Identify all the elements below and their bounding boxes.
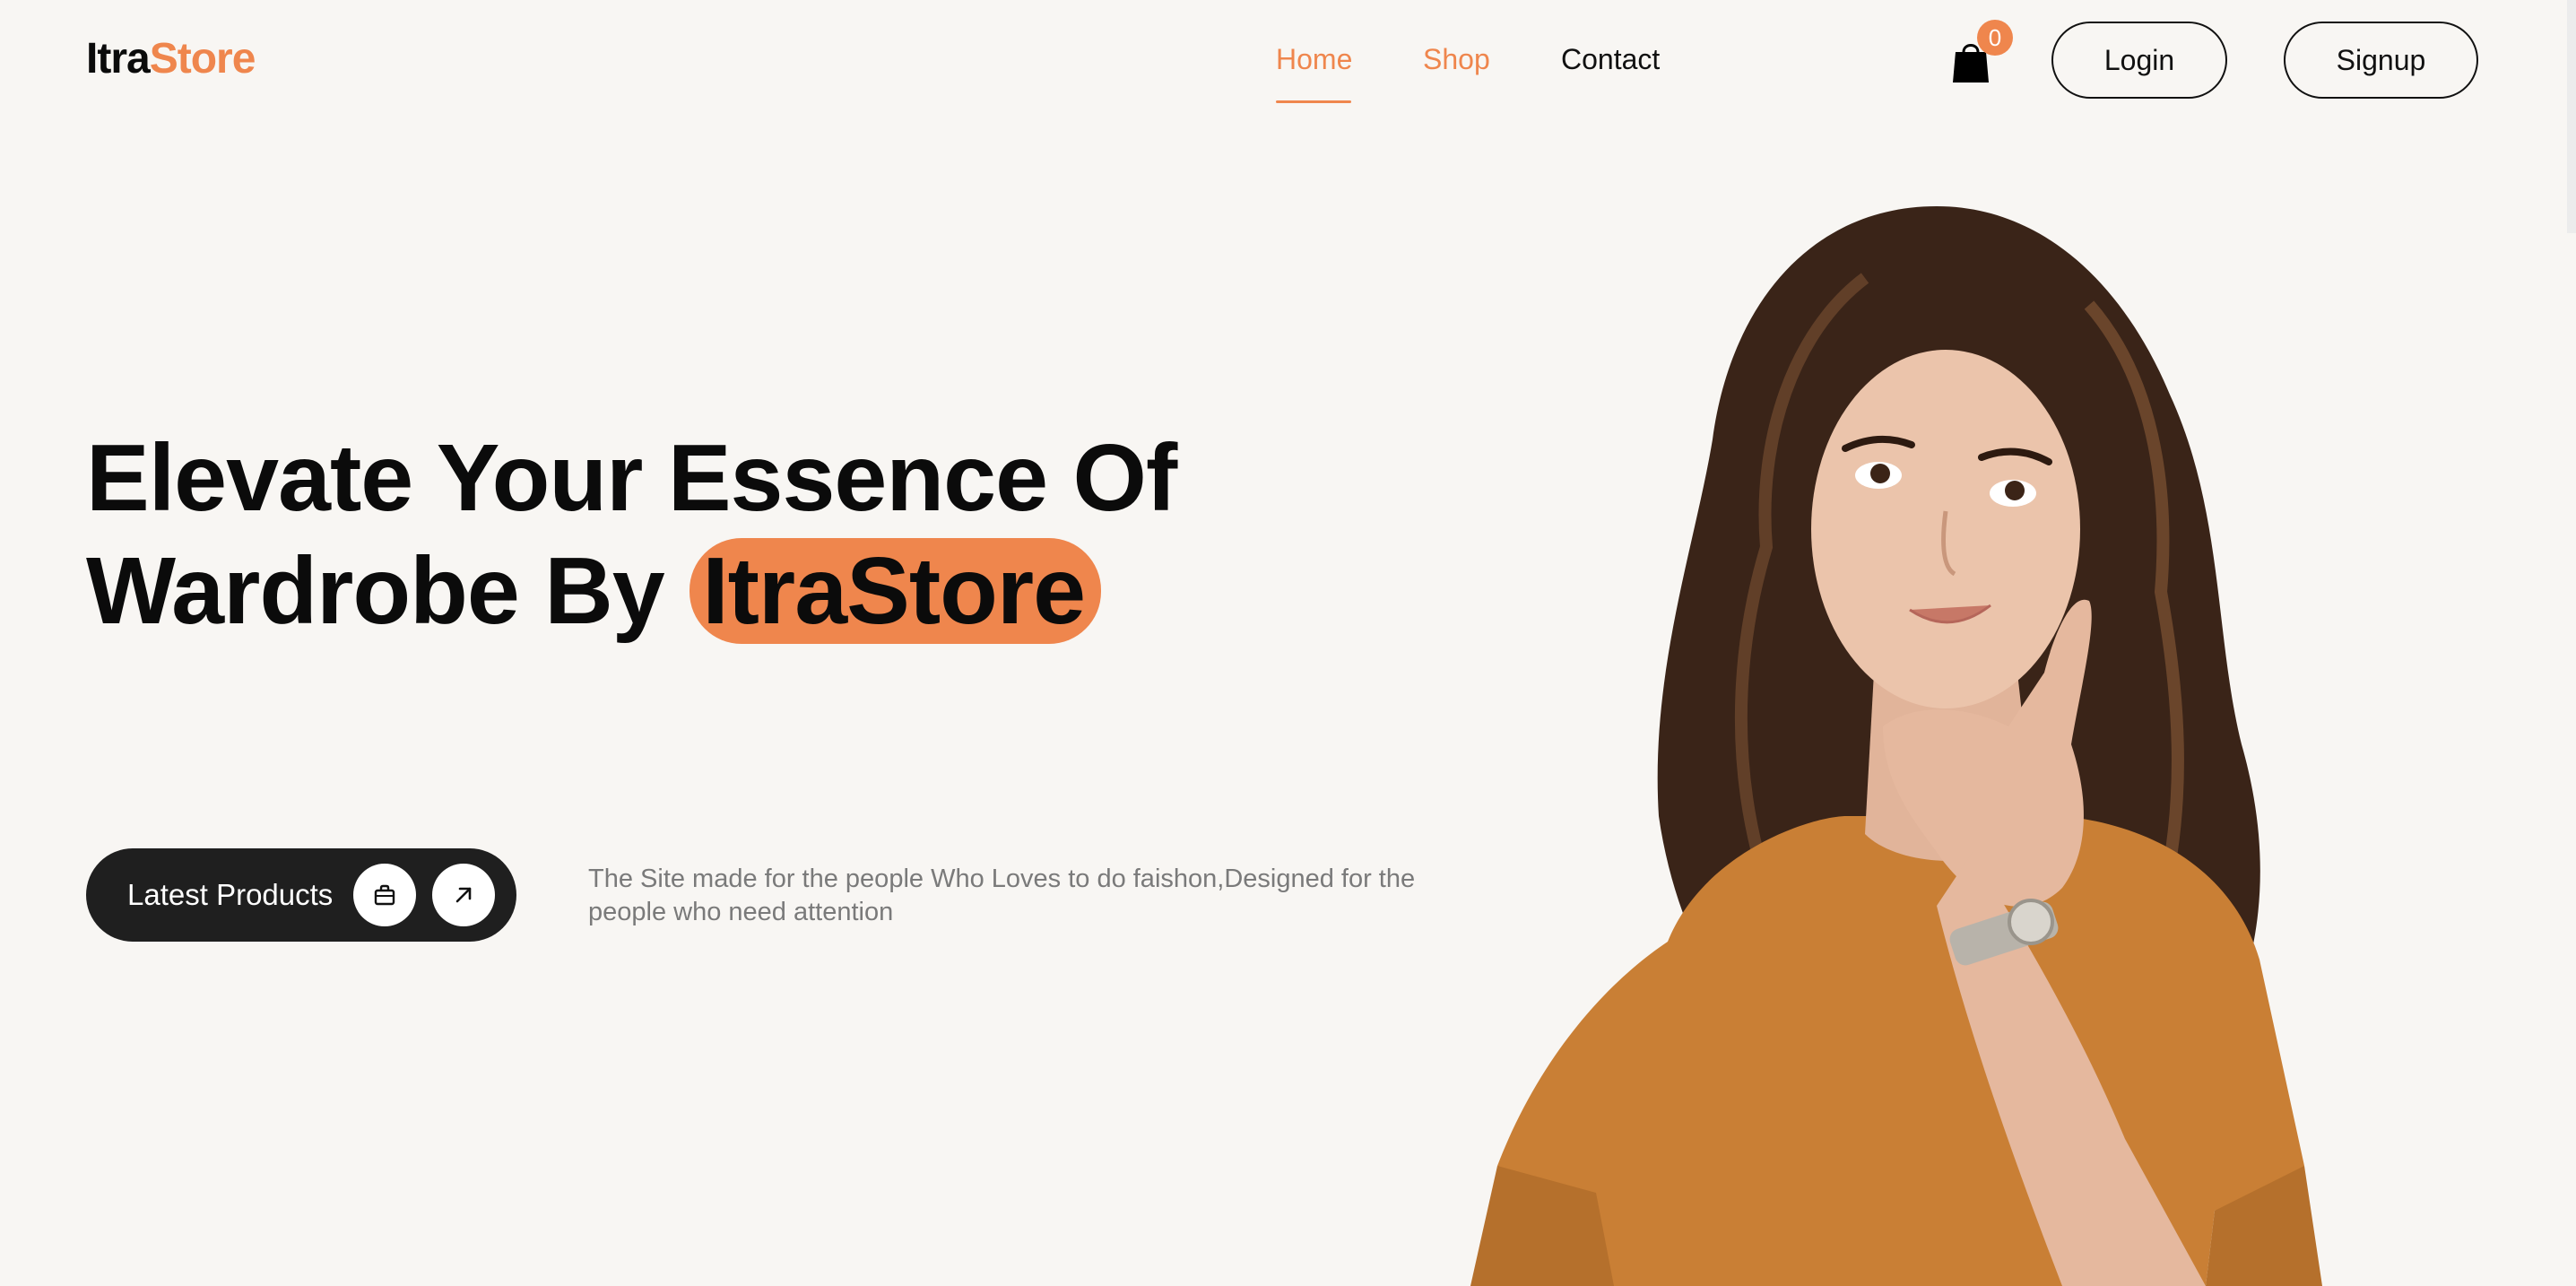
nav-home[interactable]: Home xyxy=(1276,43,1352,76)
scrollbar-track[interactable] xyxy=(2567,0,2576,233)
signup-button[interactable]: Signup xyxy=(2284,22,2478,99)
cart-count-badge: 0 xyxy=(1977,20,2013,56)
hero-title-line1: Elevate Your Essence Of xyxy=(86,425,1177,531)
latest-products-button[interactable]: Latest Products xyxy=(86,848,516,942)
hero-model-image xyxy=(1470,206,2322,1286)
hero-title-highlight: ItraStore xyxy=(690,538,1102,644)
latest-products-label: Latest Products xyxy=(127,878,334,911)
login-button[interactable]: Login xyxy=(2051,22,2227,99)
nav-contact[interactable]: Contact xyxy=(1561,43,1660,76)
nav-shop[interactable]: Shop xyxy=(1423,43,1490,76)
hero-tagline: The Site made for the people Who Loves t… xyxy=(588,865,1416,926)
bag-icon xyxy=(374,884,395,906)
hero-title: Elevate Your Essence Of Wardrobe By Itra… xyxy=(86,421,1177,647)
hero-title-prefix: Wardrobe By xyxy=(86,538,665,644)
logo-text-dark: Itra xyxy=(86,35,151,83)
cta-arrow-circle[interactable] xyxy=(432,864,495,926)
nav-active-underline xyxy=(1276,100,1351,103)
logo-text-accent: Store xyxy=(149,35,256,83)
cta-bag-circle[interactable] xyxy=(353,864,416,926)
hero-title-line2: Wardrobe By ItraStore xyxy=(86,534,1176,647)
arrow-up-right-icon xyxy=(455,887,472,903)
logo[interactable]: ItraStore xyxy=(86,34,256,83)
